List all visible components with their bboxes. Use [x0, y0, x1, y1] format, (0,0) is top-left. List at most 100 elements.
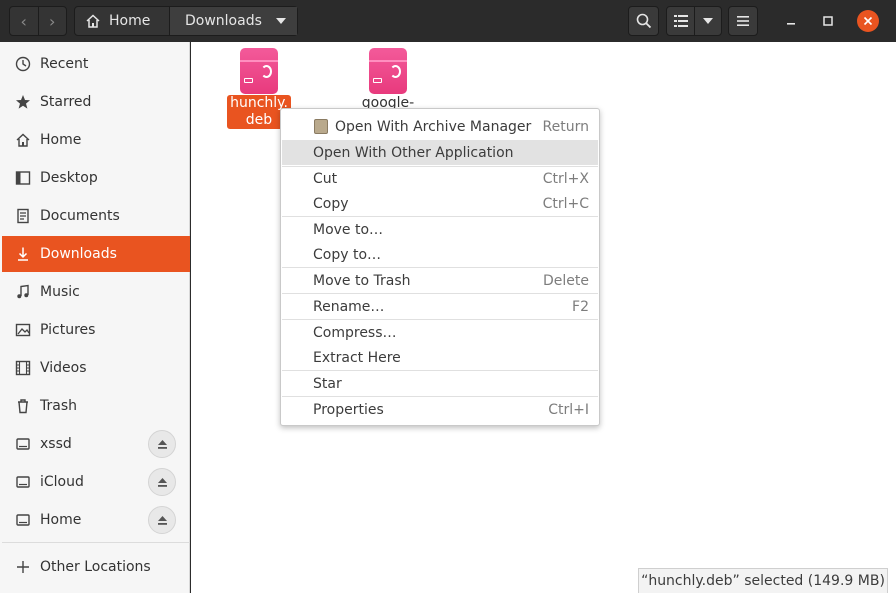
search-icon: [636, 13, 651, 29]
view-options-group: [666, 6, 722, 36]
sidebar-item-trash[interactable]: Trash: [2, 388, 190, 424]
sidebar-item-label: Starred: [40, 94, 92, 110]
menu-item-open-with-other-application[interactable]: Open With Other Application: [282, 140, 598, 165]
sidebar-item-label: Home: [40, 512, 82, 528]
close-button[interactable]: [857, 10, 879, 32]
sidebar-item-starred[interactable]: Starred: [2, 84, 190, 120]
home-icon: [14, 131, 32, 149]
menu-item-label: Open With Archive Manager: [335, 118, 532, 135]
menu-item-rename[interactable]: Rename… F2: [282, 294, 598, 319]
breadcrumb-menu-button[interactable]: [265, 7, 297, 35]
maximize-icon: [823, 16, 833, 26]
menu-item-properties[interactable]: Properties Ctrl+I: [282, 397, 598, 422]
menu-item-label: Move to Trash: [313, 272, 411, 289]
menu-item-label: Rename…: [313, 298, 385, 315]
eject-icon: [157, 439, 167, 449]
close-icon: [863, 16, 873, 26]
menu-item-open-with-archive-manager[interactable]: Open With Archive Manager Return: [282, 114, 598, 139]
sidebar-item-desktop[interactable]: Desktop: [2, 160, 190, 196]
sidebar-item-xssd[interactable]: xssd: [2, 426, 190, 462]
menu-item-label: Cut: [313, 170, 338, 187]
menu-item-label: Copy: [313, 195, 349, 212]
sidebar-item-music[interactable]: Music: [2, 274, 190, 310]
sidebar-divider: [2, 542, 190, 543]
chevron-left-icon: ‹: [20, 11, 27, 31]
menu-icon: [737, 16, 749, 26]
context-menu: Open With Archive Manager Return Open Wi…: [280, 108, 600, 426]
sidebar-item-label: Trash: [40, 398, 77, 414]
app-menu-button[interactable]: [728, 6, 758, 36]
menu-item-extract-here[interactable]: Extract Here: [282, 345, 598, 370]
sidebar-item-home[interactable]: Home: [2, 122, 190, 158]
menu-item-compress[interactable]: Compress…: [282, 320, 598, 345]
menu-item-copy-to[interactable]: Copy to…: [282, 242, 598, 267]
document-icon: [14, 207, 32, 225]
menu-item-star[interactable]: Star: [282, 371, 598, 396]
menu-item-accelerator: Ctrl+C: [542, 195, 589, 212]
search-button[interactable]: [628, 6, 659, 36]
sidebar-item-label: Pictures: [40, 322, 96, 338]
drive-icon: [14, 435, 32, 453]
sidebar-item-label: Videos: [40, 360, 87, 376]
sidebar-item-label: Recent: [40, 56, 89, 72]
chevron-down-icon: [703, 18, 713, 24]
menu-item-move-to[interactable]: Move to…: [282, 217, 598, 242]
sidebar-item-label: Downloads: [40, 246, 117, 262]
sidebar-item-other-locations[interactable]: Other Locations: [2, 549, 190, 585]
sidebar-item-label: Home: [40, 132, 82, 148]
maximize-button[interactable]: [819, 12, 837, 30]
minimize-icon: [787, 23, 795, 25]
eject-button[interactable]: [148, 468, 176, 496]
sidebar-item-videos[interactable]: Videos: [2, 350, 190, 386]
view-dropdown-button[interactable]: [695, 7, 721, 35]
menu-item-move-to-trash[interactable]: Move to Trash Delete: [282, 268, 598, 293]
sidebar-item-label: Other Locations: [40, 559, 151, 575]
trash-icon: [14, 397, 32, 415]
video-icon: [14, 359, 32, 377]
sidebar-item-documents[interactable]: Documents: [2, 198, 190, 234]
eject-button[interactable]: [148, 506, 176, 534]
clock-icon: [14, 55, 32, 73]
sidebar-item-label: Desktop: [40, 170, 98, 186]
breadcrumb-home-label: Home: [109, 13, 151, 29]
menu-item-accelerator: Ctrl+X: [542, 170, 589, 187]
file-item-google[interactable]: google-: [348, 48, 428, 112]
drive-icon: [14, 473, 32, 491]
picture-icon: [14, 321, 32, 339]
breadcrumb-downloads-label: Downloads: [185, 13, 262, 29]
menu-item-accelerator: Return: [542, 118, 589, 135]
plus-icon: [14, 558, 32, 576]
menu-item-label: Copy to…: [313, 246, 382, 263]
menu-item-label: Compress…: [313, 324, 397, 341]
download-icon: [14, 245, 32, 263]
forward-button[interactable]: ›: [37, 7, 67, 35]
menu-item-accelerator: Delete: [543, 272, 589, 289]
chevron-right-icon: ›: [49, 11, 56, 31]
sidebar-item-pictures[interactable]: Pictures: [2, 312, 190, 348]
menu-item-label: Move to…: [313, 221, 384, 238]
menu-item-label: Star: [313, 375, 342, 392]
menu-item-copy[interactable]: Copy Ctrl+C: [282, 191, 598, 216]
list-view-button[interactable]: [667, 7, 695, 35]
sidebar-item-downloads[interactable]: Downloads: [2, 236, 190, 272]
path-bar: Home Downloads: [74, 6, 298, 36]
selection-status: “hunchly.deb” selected (149.9 MB): [638, 568, 888, 593]
eject-button[interactable]: [148, 430, 176, 458]
breadcrumb-home[interactable]: Home: [75, 7, 170, 35]
minimize-button[interactable]: [782, 12, 800, 30]
star-icon: [14, 93, 32, 111]
back-button[interactable]: ‹: [10, 7, 38, 35]
sidebar: Recent Starred Home Desktop Documents Do…: [0, 42, 190, 593]
status-text: “hunchly.deb” selected (149.9 MB): [641, 573, 885, 589]
breadcrumb-downloads[interactable]: Downloads: [170, 7, 265, 35]
header-bar: ‹ › Home Downloads: [0, 0, 896, 42]
menu-item-label: Extract Here: [313, 349, 401, 366]
sidebar-item-recent[interactable]: Recent: [2, 46, 190, 82]
navigation-buttons: ‹ ›: [9, 6, 67, 36]
menu-item-cut[interactable]: Cut Ctrl+X: [282, 166, 598, 191]
list-view-icon: [673, 15, 688, 27]
menu-item-label: Open With Other Application: [313, 144, 514, 161]
sidebar-item-label: xssd: [40, 436, 72, 452]
sidebar-item-home-drive[interactable]: Home: [2, 502, 190, 538]
sidebar-item-icloud[interactable]: iCloud: [2, 464, 190, 500]
